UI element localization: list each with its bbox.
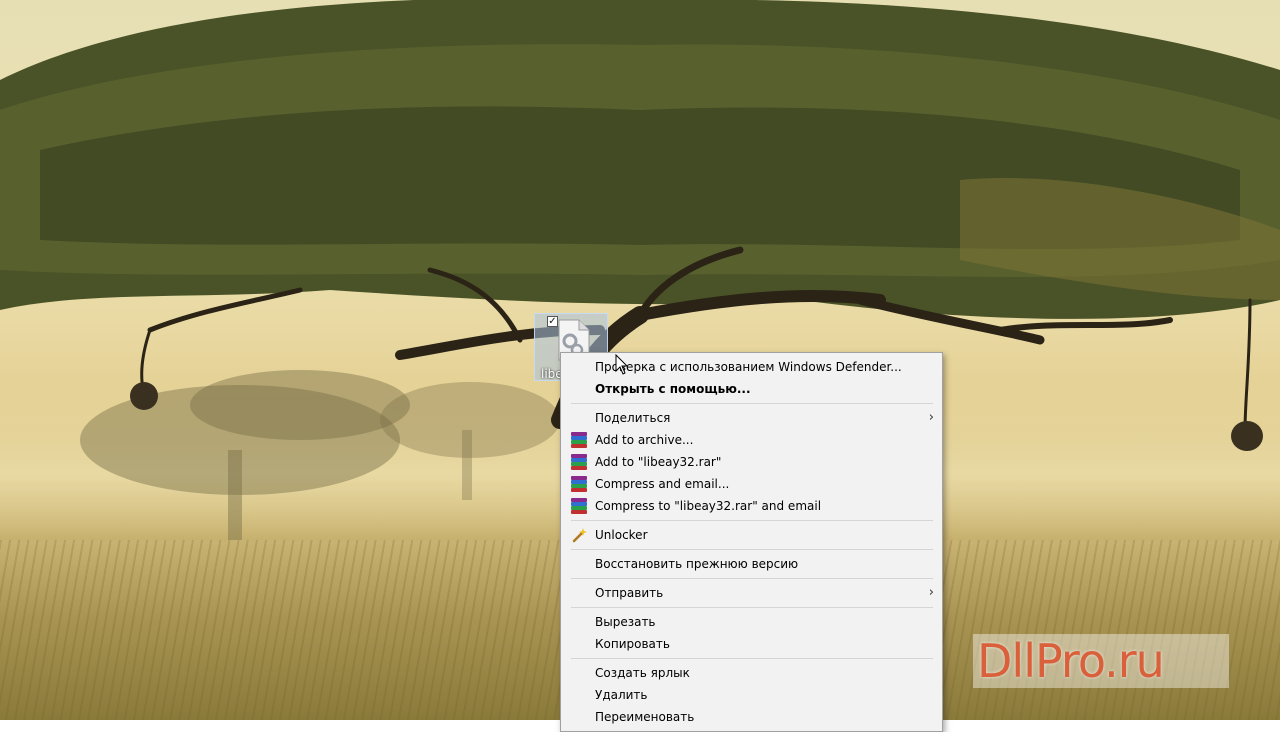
menu-separator (571, 403, 933, 404)
main-tree-canopy (0, 0, 1280, 319)
menu-item-label: Создать ярлык (595, 666, 690, 680)
menu-item-label: Вырезать (595, 615, 656, 629)
menu-item-restore-previous[interactable]: Восстановить прежнюю версию (561, 553, 942, 575)
background-tree-mid (380, 382, 560, 500)
menu-item-label: Compress to "libeay32.rar" and email (595, 499, 822, 513)
nest-right (1231, 421, 1263, 451)
context-menu: Проверка с использованием Windows Defend… (560, 352, 943, 732)
nest-left (130, 382, 158, 410)
menu-separator (571, 549, 933, 550)
menu-item-label: Переименовать (595, 710, 695, 724)
menu-item-share[interactable]: Поделиться › (561, 407, 942, 429)
menu-separator (571, 607, 933, 608)
menu-item-unlocker[interactable]: Unlocker (561, 524, 942, 546)
menu-item-cut[interactable]: Вырезать (561, 611, 942, 633)
menu-separator (571, 578, 933, 579)
menu-item-label: Unlocker (595, 528, 648, 542)
menu-item-label: Поделиться (595, 411, 671, 425)
submenu-arrow-icon: › (928, 410, 934, 425)
menu-item-compress-email[interactable]: Compress and email... (561, 473, 942, 495)
menu-item-copy[interactable]: Копировать (561, 633, 942, 655)
menu-item-label: Add to archive... (595, 433, 694, 447)
menu-separator (571, 658, 933, 659)
menu-item-label: Удалить (595, 688, 648, 702)
menu-item-label: Отправить (595, 586, 664, 600)
menu-separator (571, 520, 933, 521)
winrar-icon (571, 498, 587, 514)
mouse-cursor-icon (615, 354, 629, 375)
menu-item-send-to[interactable]: Отправить › (561, 582, 942, 604)
menu-item-delete[interactable]: Удалить (561, 684, 942, 706)
winrar-icon (571, 454, 587, 470)
menu-item-add-to-archive[interactable]: Add to archive... (561, 429, 942, 451)
menu-item-label: Compress and email... (595, 477, 730, 491)
menu-item-label: Add to "libeay32.rar" (595, 455, 722, 469)
winrar-icon (571, 432, 587, 448)
menu-item-rename[interactable]: Переименовать (561, 706, 942, 728)
menu-item-open-with[interactable]: Открыть с помощью... (561, 378, 942, 400)
menu-item-label: Открыть с помощью... (595, 382, 751, 396)
winrar-icon (571, 476, 587, 492)
menu-item-label: Проверка с использованием Windows Defend… (595, 360, 902, 374)
menu-item-create-shortcut[interactable]: Создать ярлык (561, 662, 942, 684)
menu-item-label: Копировать (595, 637, 670, 651)
menu-item-compress-to-rar-email[interactable]: Compress to "libeay32.rar" and email (561, 495, 942, 517)
unlocker-wand-icon (572, 528, 587, 543)
submenu-arrow-icon: › (928, 585, 934, 600)
menu-item-label: Восстановить прежнюю версию (595, 557, 799, 571)
background-tree-left (80, 370, 410, 540)
menu-item-add-to-rar[interactable]: Add to "libeay32.rar" (561, 451, 942, 473)
watermark-logo: DllPro.ru (973, 634, 1229, 688)
